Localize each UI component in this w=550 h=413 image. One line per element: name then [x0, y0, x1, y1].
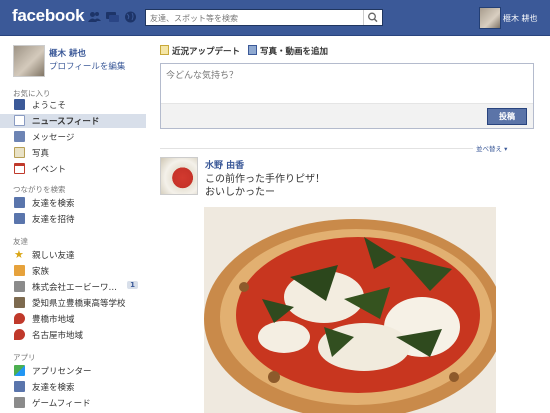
- location-icon: [14, 313, 25, 324]
- sidebar-item-game-feed[interactable]: ゲームフィード: [14, 396, 144, 410]
- composer-bar: 投稿: [161, 103, 533, 128]
- sidebar-item-app-center[interactable]: アプリセンター: [14, 364, 144, 378]
- search-button[interactable]: [363, 10, 382, 25]
- sidebar-item-family[interactable]: 家族: [14, 264, 144, 278]
- avatar[interactable]: [479, 7, 501, 29]
- sidebar-item-label: アプリセンター: [32, 367, 92, 377]
- find-friends-icon: [14, 381, 25, 392]
- sidebar-item-nagoya[interactable]: 名古屋市地域: [14, 328, 144, 342]
- sidebar-item-welcome[interactable]: ようこそ: [14, 98, 144, 112]
- friends-heading: 友達: [13, 237, 28, 246]
- sidebar-item-close-friends[interactable]: ★ 親しい友達: [14, 248, 144, 262]
- user-name[interactable]: 榧木 耕也: [49, 47, 86, 59]
- sidebar-item-invite-friends[interactable]: 友達を招待: [14, 212, 144, 226]
- sidebar-item-label: 豊橋市地域: [32, 315, 75, 325]
- location-icon: [14, 329, 25, 340]
- story-photo[interactable]: [204, 207, 496, 413]
- family-icon: [14, 265, 25, 276]
- user-avatar[interactable]: [13, 45, 45, 77]
- left-sidebar: 榧木 耕也 プロフィールを編集 お気に入り ようこそ ニュースフィード メッセー…: [0, 36, 146, 413]
- sort-dropdown[interactable]: 並べ替え ▾: [473, 143, 511, 153]
- status-icon: [160, 45, 169, 55]
- sidebar-item-label: 友達を招待: [32, 215, 75, 225]
- app-center-icon: [14, 365, 25, 376]
- tab-add-photo[interactable]: 写真・動画を追加: [248, 45, 328, 57]
- sidebar-item-label: ようこそ: [32, 101, 67, 111]
- count-badge: 1: [127, 281, 138, 289]
- game-feed-icon: [14, 397, 25, 408]
- photo-icon: [248, 45, 257, 55]
- sidebar-item-school[interactable]: 愛知県立豊橋東高等学校: [14, 296, 144, 310]
- top-bar: facebook 友達、スポット等を検索 榧木 耕也: [0, 0, 550, 36]
- divider: [160, 148, 476, 149]
- sidebar-item-label: 友達を検索: [32, 383, 75, 393]
- messages-icon: [14, 131, 25, 142]
- tab-photo-label: 写真・動画を追加: [260, 47, 329, 57]
- sort-row: 並べ替え ▾: [160, 143, 534, 153]
- profile-name[interactable]: 榧木 耕也: [503, 13, 538, 24]
- sidebar-item-toyohashi[interactable]: 豊橋市地域: [14, 312, 144, 326]
- search-input[interactable]: 友達、スポット等を検索: [150, 13, 238, 24]
- sidebar-item-label: メッセージ: [32, 133, 75, 143]
- sidebar-item-label: 家族: [32, 267, 50, 277]
- friend-requests-icon[interactable]: [88, 11, 101, 23]
- sidebar-item-label: 名古屋市地域: [32, 331, 84, 341]
- apps-heading: アプリ: [13, 353, 36, 362]
- sidebar-item-find-friends[interactable]: 友達を検索: [14, 196, 144, 210]
- tab-status-update[interactable]: 近況アップデート: [160, 45, 240, 57]
- sidebar-item-label: イベント: [32, 165, 67, 175]
- author-avatar[interactable]: [160, 157, 198, 195]
- find-friends-icon: [14, 197, 25, 208]
- news-feed-icon: [14, 115, 25, 126]
- search-icon: [368, 12, 378, 23]
- author-name[interactable]: 水野 由香: [205, 158, 244, 171]
- sidebar-item-photos[interactable]: 写真: [14, 146, 144, 160]
- sidebar-item-app-find-friends[interactable]: 友達を検索: [14, 380, 144, 394]
- sidebar-item-label: ゲームフィード: [32, 399, 91, 409]
- sidebar-item-label: 友達を検索: [32, 199, 75, 209]
- sidebar-item-events[interactable]: イベント: [14, 162, 144, 176]
- tab-status-label: 近況アップデート: [172, 47, 241, 57]
- status-input[interactable]: 今どんな気持ち？: [166, 68, 238, 81]
- status-composer[interactable]: 今どんな気持ち？ 投稿: [160, 63, 534, 129]
- search-box[interactable]: 友達、スポット等を検索: [145, 9, 383, 26]
- company-icon: [14, 281, 25, 292]
- sidebar-item-label: 株式会社エービーワ…: [32, 283, 118, 293]
- sidebar-item-label: 親しい友達: [32, 251, 75, 261]
- events-icon: [14, 163, 25, 174]
- invite-friends-icon: [14, 213, 25, 224]
- school-icon: [14, 297, 25, 308]
- edit-profile-link[interactable]: プロフィールを編集: [49, 60, 125, 72]
- facebook-logo[interactable]: facebook: [12, 6, 85, 26]
- post-button[interactable]: 投稿: [487, 108, 527, 125]
- sidebar-item-company[interactable]: 株式会社エービーワ… 1: [14, 280, 144, 294]
- sidebar-item-messages[interactable]: メッセージ: [14, 130, 144, 144]
- messages-jewel-icon[interactable]: [106, 11, 119, 23]
- story-message: この前作った手作りピザ！ おいしかったー: [205, 174, 325, 198]
- welcome-icon: [14, 99, 25, 110]
- find-friends-heading: つながりを検索: [13, 185, 66, 194]
- sidebar-item-news-feed[interactable]: ニュースフィード: [0, 114, 146, 128]
- sidebar-item-label: 写真: [32, 149, 50, 159]
- notifications-globe-icon[interactable]: [124, 11, 137, 23]
- sidebar-item-label: 愛知県立豊橋東高等学校: [32, 299, 126, 309]
- photos-icon: [14, 147, 25, 158]
- star-icon: ★: [14, 248, 24, 261]
- sidebar-item-label: ニュースフィード: [32, 117, 100, 127]
